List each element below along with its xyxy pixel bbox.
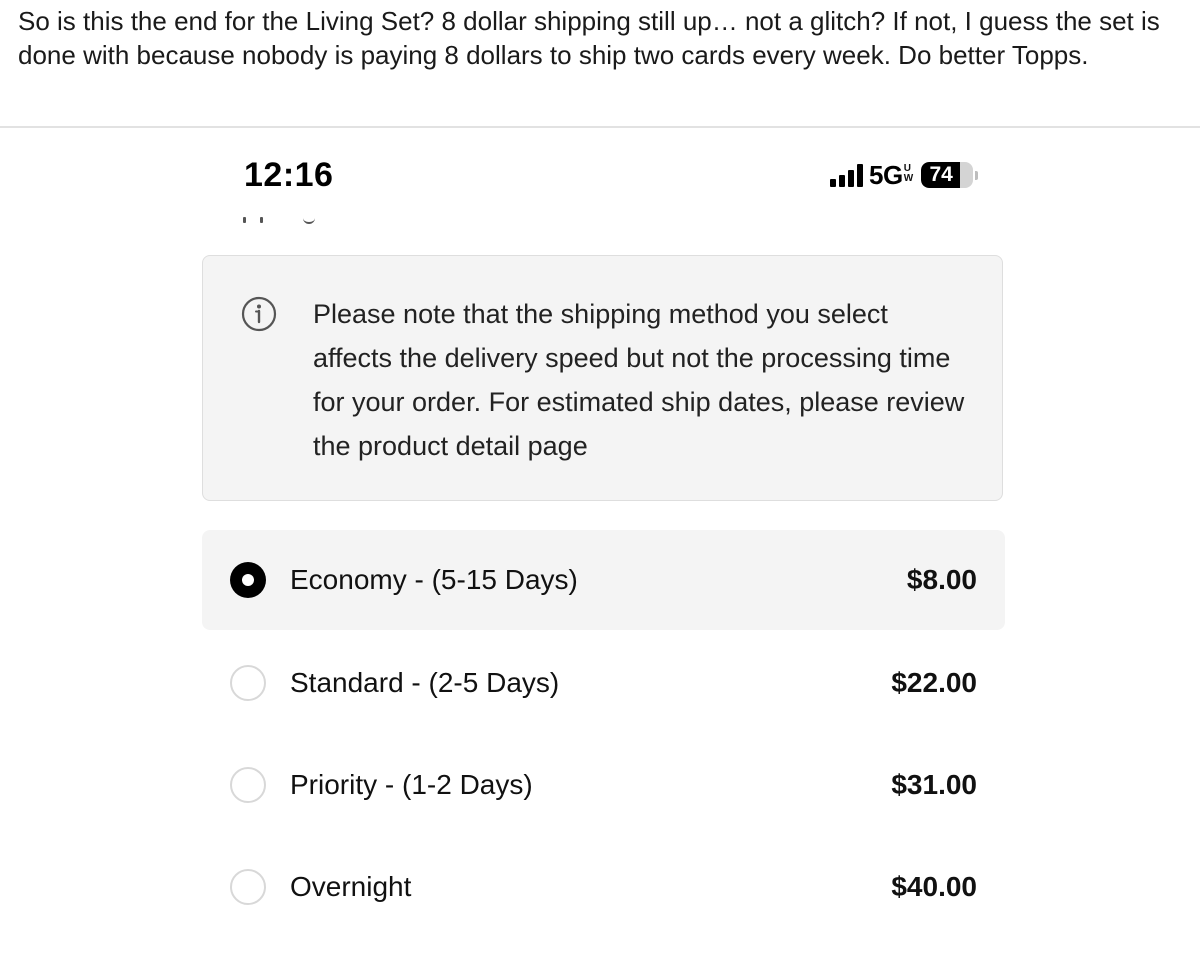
shipping-option-label: Priority - (1-2 Days) — [290, 769, 533, 800]
status-indicators: 5G U W 74 — [830, 159, 979, 190]
shipping-option-label: Standard - (2-5 Days) — [290, 667, 560, 698]
battery-body: 74 — [921, 162, 974, 188]
battery-percent: 74 — [929, 163, 953, 186]
radio-button[interactable] — [230, 767, 266, 803]
phone-screenshot: 12:16 5G U W 74 Please note that the shi… — [0, 128, 1200, 967]
shipping-option-priority[interactable]: Priority - (1-2 Days) $31.00 — [202, 735, 1005, 835]
cutoff-header-remnant — [243, 216, 315, 224]
battery-icon: 74 — [921, 162, 979, 188]
ultra-wideband-icon: U W — [904, 164, 913, 184]
radio-button[interactable] — [230, 665, 266, 701]
radio-button[interactable] — [230, 562, 266, 598]
shipping-option-standard[interactable]: Standard - (2-5 Days) $22.00 — [202, 633, 1005, 733]
shipping-option-price: $40.00 — [891, 871, 977, 902]
post-text: So is this the end for the Living Set? 8… — [18, 6, 1160, 70]
shipping-notice: Please note that the shipping method you… — [202, 255, 1003, 501]
status-time: 12:16 — [244, 156, 334, 194]
shipping-option-label: Economy - (5-15 Days) — [290, 564, 578, 595]
battery-tip — [975, 170, 979, 180]
shipping-option-price: $31.00 — [891, 769, 977, 800]
shipping-option-label: Overnight — [290, 871, 412, 902]
network-type: 5G — [869, 159, 903, 190]
network-suffix-bottom: W — [903, 173, 914, 184]
shipping-option-economy[interactable]: Economy - (5-15 Days) $8.00 — [202, 530, 1005, 630]
notice-text: Please note that the shipping method you… — [313, 299, 965, 461]
shipping-option-price: $22.00 — [891, 667, 977, 698]
shipping-option-overnight[interactable]: Overnight $40.00 — [202, 837, 1005, 937]
info-icon — [241, 296, 277, 332]
cellular-signal-icon — [830, 163, 863, 187]
radio-button[interactable] — [230, 869, 266, 905]
shipping-option-price: $8.00 — [906, 564, 977, 595]
